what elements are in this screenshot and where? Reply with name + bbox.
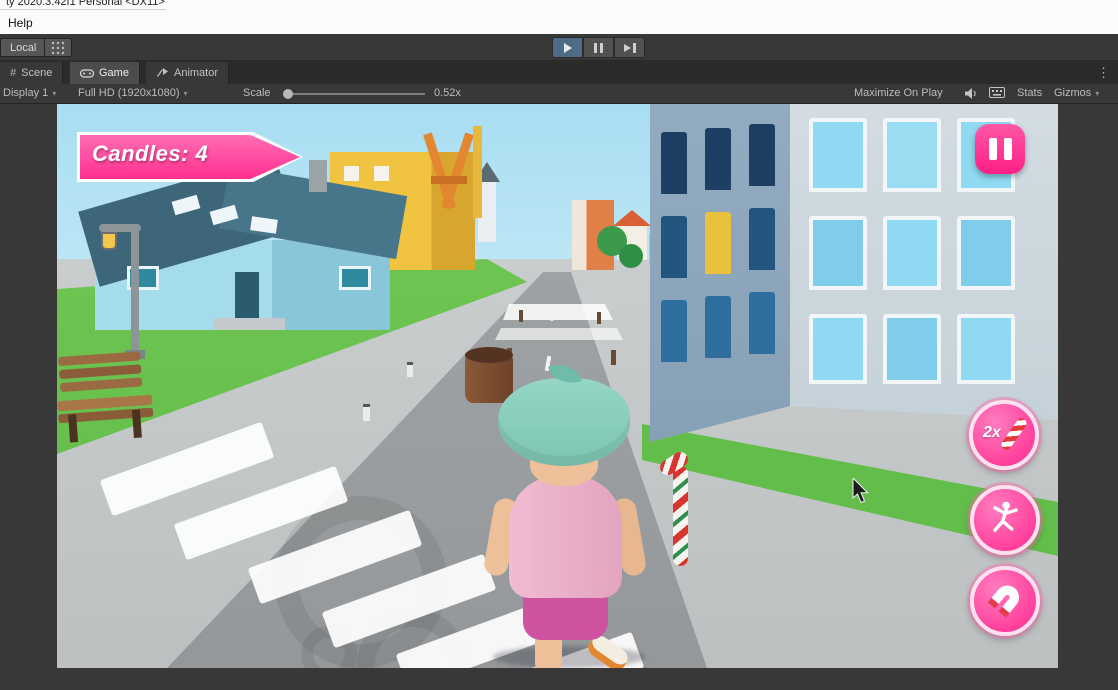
road-post xyxy=(519,310,523,322)
house-door xyxy=(235,272,259,320)
building-window xyxy=(749,292,775,354)
maximize-on-play-button[interactable]: Maximize On Play xyxy=(854,87,943,99)
player-character xyxy=(477,374,653,668)
lamp-post xyxy=(97,220,157,360)
building-window xyxy=(749,208,775,270)
tab-animator[interactable]: Animator xyxy=(146,62,229,84)
window-titlebar: ty 2020.3.42f1 Personal <DX11> Help xyxy=(0,0,1118,34)
game-viewport[interactable]: Candles: 4 2x xyxy=(57,104,1058,668)
unity-editor-window: ty 2020.3.42f1 Personal <DX11> Help Loca… xyxy=(0,0,1118,690)
park-bench xyxy=(57,351,155,443)
step-icon xyxy=(624,43,636,53)
powerup-double-candy-button[interactable]: 2x xyxy=(969,400,1039,470)
menu-item-help[interactable]: Help xyxy=(8,16,33,30)
tab-game-label: Game xyxy=(99,67,129,79)
building-window xyxy=(661,216,687,278)
building-window xyxy=(661,132,687,194)
tab-game[interactable]: Game xyxy=(70,62,140,84)
building-window xyxy=(957,314,1015,384)
candy-cane-collectible xyxy=(657,456,703,571)
play-button[interactable] xyxy=(552,37,583,58)
window-title: ty 2020.3.42f1 Personal <DX11> xyxy=(6,0,165,8)
pause-icon xyxy=(1004,138,1012,160)
mute-audio-button[interactable] xyxy=(964,87,979,100)
gizmos-dropdown[interactable]: Gizmos ▾ xyxy=(1054,87,1099,99)
tab-overflow-menu[interactable]: ⋮ xyxy=(1097,65,1110,81)
building-window xyxy=(705,296,731,358)
scene-icon: # xyxy=(10,67,16,79)
chevron-down-icon: ▾ xyxy=(184,89,188,98)
scale-label: Scale xyxy=(243,87,271,99)
scale-slider-knob[interactable] xyxy=(283,89,293,99)
game-view-toolbar: Display 1 ▾ Full HD (1920x1080) ▾ Scale … xyxy=(0,84,1118,104)
candy-cane-icon xyxy=(1000,416,1029,451)
bollard xyxy=(363,404,370,421)
mouse-cursor xyxy=(852,478,872,506)
grid-snap-button[interactable] xyxy=(44,38,72,57)
building-window xyxy=(661,300,687,362)
play-controls xyxy=(552,37,645,58)
titlebar-divider xyxy=(0,9,166,10)
jump-figure-icon xyxy=(986,500,1024,538)
pause-button[interactable] xyxy=(583,37,614,58)
porch-steps xyxy=(213,318,285,330)
distant-house-roof xyxy=(613,210,651,226)
shortcut-keys-button[interactable] xyxy=(989,87,1005,98)
character-hat xyxy=(498,378,630,466)
building-window xyxy=(809,314,867,384)
building-window xyxy=(705,128,731,190)
tab-animator-label: Animator xyxy=(174,67,218,79)
display-dropdown[interactable]: Display 1 ▾ xyxy=(3,87,56,99)
building-window xyxy=(883,216,941,290)
road-post xyxy=(611,350,616,365)
tab-scene-label: Scene xyxy=(21,67,52,79)
building-window xyxy=(883,314,941,384)
stats-button[interactable]: Stats xyxy=(1017,87,1042,99)
building-window xyxy=(809,118,867,192)
play-icon xyxy=(564,43,572,53)
audio-mute-icon xyxy=(964,87,979,100)
building-window xyxy=(883,118,941,192)
chimney xyxy=(309,160,327,192)
road-post xyxy=(597,312,601,324)
resolution-dropdown[interactable]: Full HD (1920x1080) ▾ xyxy=(78,87,188,99)
building-window xyxy=(749,124,775,186)
view-tabbar: # Scene Game Animator ⋮ xyxy=(0,61,1118,84)
pause-icon xyxy=(594,43,603,53)
double-candy-label: 2x xyxy=(983,424,1001,442)
chevron-down-icon: ▾ xyxy=(52,89,56,98)
scale-value: 0.52x xyxy=(434,87,461,99)
animator-icon xyxy=(156,68,169,78)
powerup-magnet-button[interactable] xyxy=(970,566,1040,636)
tree xyxy=(619,244,643,268)
local-pivot-button[interactable]: Local xyxy=(0,38,46,57)
grid-snap-icon xyxy=(51,41,65,55)
crane-a-frame xyxy=(409,132,489,217)
building-window xyxy=(705,212,731,274)
shortcut-keys-icon xyxy=(989,87,1005,98)
bollard xyxy=(407,362,413,377)
step-button[interactable] xyxy=(614,37,645,58)
house-window xyxy=(339,266,371,290)
resolution-dropdown-label: Full HD (1920x1080) xyxy=(78,87,180,99)
scale-slider-track[interactable] xyxy=(283,93,425,95)
display-dropdown-label: Display 1 xyxy=(3,87,48,99)
candles-counter-label: Candles: 4 xyxy=(92,141,208,167)
chevron-down-icon: ▾ xyxy=(1095,89,1099,98)
magnet-icon xyxy=(977,572,1033,628)
powerup-jump-button[interactable] xyxy=(970,485,1040,555)
character-shirt xyxy=(509,476,622,598)
game-pause-button[interactable] xyxy=(975,124,1025,174)
gamepad-icon xyxy=(80,69,94,78)
building-window xyxy=(809,216,867,290)
pause-icon xyxy=(989,138,997,160)
main-toolbar: Local xyxy=(0,34,1118,61)
tab-scene[interactable]: # Scene xyxy=(0,62,63,84)
building-window xyxy=(957,216,1015,290)
